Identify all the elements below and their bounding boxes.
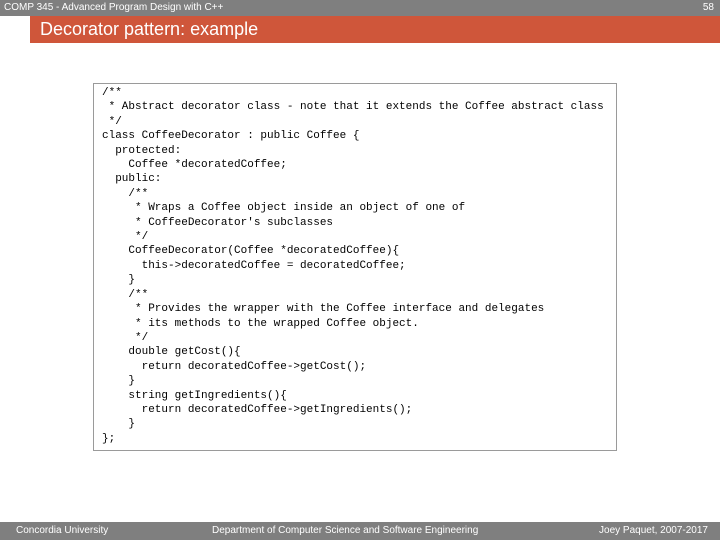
code-line: * CoffeeDecorator's subclasses [102, 216, 334, 229]
code-line: double getCost(){ [102, 346, 241, 359]
title-bar: Decorator pattern: example [0, 16, 720, 43]
code-line: * Provides the wrapper with the Coffee i… [102, 303, 545, 316]
code-line: return decoratedCoffee->getIngredients()… [102, 403, 413, 416]
code-line: }; [102, 432, 116, 445]
footer-bar: Concordia University Department of Compu… [0, 522, 720, 540]
page-number: 58 [702, 2, 714, 13]
code-line: /** [102, 87, 122, 99]
code-line: } [102, 375, 136, 388]
code-line: return decoratedCoffee->getCost(); [102, 360, 367, 373]
code-line: class CoffeeDecorator : public Coffee { [102, 130, 360, 143]
code-line: protected: [102, 144, 182, 157]
code-line: this->decoratedCoffee = decoratedCoffee; [102, 259, 406, 272]
code-line: */ [102, 115, 122, 128]
code-line: } [102, 418, 136, 431]
footer-department: Department of Computer Science and Softw… [212, 525, 479, 536]
code-line: CoffeeDecorator(Coffee *decoratedCoffee)… [102, 245, 400, 258]
code-line: * its methods to the wrapped Coffee obje… [102, 317, 419, 330]
code-line: } [102, 274, 136, 287]
footer-university: Concordia University [16, 525, 109, 536]
course-title: COMP 345 - Advanced Program Design with … [4, 2, 224, 13]
code-line: * Abstract decorator class - note that i… [102, 101, 604, 114]
code-line: */ [102, 231, 149, 244]
code-line: public: [102, 173, 162, 186]
header-bar: COMP 345 - Advanced Program Design with … [0, 0, 720, 16]
code-line: * Wraps a Coffee object inside an object… [102, 202, 466, 215]
slide-title: Decorator pattern: example [40, 19, 259, 39]
code-line: Coffee *decoratedCoffee; [102, 159, 287, 172]
footer-author: Joey Paquet, 2007-2017 [599, 525, 708, 536]
code-line: */ [102, 331, 149, 344]
code-block: /** * Abstract decorator class - note th… [93, 83, 617, 451]
code-listing: /** * Abstract decorator class - note th… [102, 86, 604, 446]
code-line: string getIngredients(){ [102, 389, 287, 402]
code-line: /** [102, 288, 149, 301]
code-line: /** [102, 187, 149, 200]
